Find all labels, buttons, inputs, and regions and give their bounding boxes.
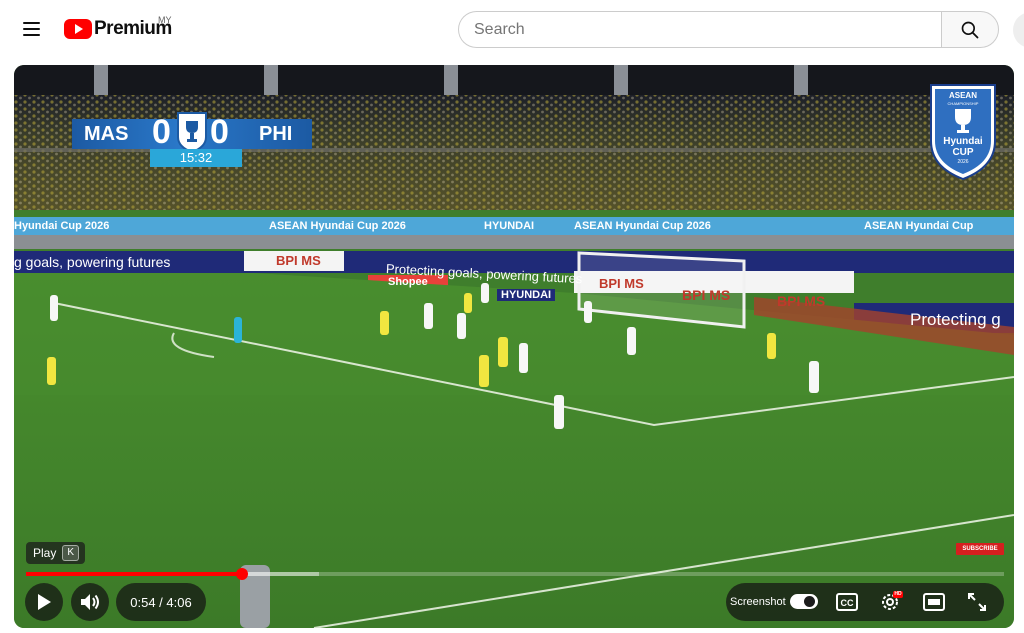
upper-board-text-4: ASEAN Hyundai Cup 2026	[574, 220, 711, 232]
upper-board-text-3: HYUNDAI	[484, 220, 535, 232]
slogan-left: g goals, powering futures	[14, 254, 171, 270]
cup-top-text: ASEAN	[949, 91, 977, 100]
sponsor-board-1: BPI MS	[276, 253, 321, 268]
hd-badge: HD	[893, 591, 903, 598]
subscribe-watermark[interactable]: SUBSCRIBE	[956, 543, 1004, 555]
home-score: 0	[152, 113, 171, 151]
sponsor-board-5: BPI MS	[682, 287, 731, 303]
search-bar	[458, 11, 999, 48]
fullscreen-button[interactable]	[964, 589, 990, 615]
screenshot-label: Screenshot	[730, 596, 786, 608]
slogan-right: Protecting g	[910, 310, 1001, 329]
video-player[interactable]: MAS 0 0 PHI 15:32 ASEAN CHAMPIONSHIP Hyu…	[14, 65, 1014, 628]
sponsor-board-6: BPI MS	[777, 293, 826, 309]
search-icon	[961, 21, 979, 38]
svg-text:CC: CC	[841, 598, 854, 608]
play-icon	[38, 594, 51, 610]
search-button[interactable]	[941, 11, 999, 48]
away-score: 0	[210, 113, 229, 151]
fullscreen-icon	[968, 593, 986, 611]
theater-mode-button[interactable]	[921, 589, 947, 615]
volume-icon	[81, 594, 99, 610]
youtube-play-logo-icon	[64, 19, 92, 39]
upper-board-text-2: ASEAN Hyundai Cup 2026	[269, 220, 406, 232]
asean-hyundai-cup-logo: ASEAN CHAMPIONSHIP Hyundai CUP 2026	[930, 84, 996, 181]
played-bar	[26, 572, 243, 576]
youtube-premium-logo[interactable]: Premium	[64, 17, 172, 41]
search-input[interactable]	[458, 11, 941, 48]
country-code: MY	[158, 15, 172, 25]
upper-board-text-1: Hyundai Cup 2026	[14, 220, 110, 232]
cup-crest-icon	[177, 112, 207, 153]
progress-bar[interactable]	[26, 568, 1004, 580]
menu-icon[interactable]	[18, 16, 46, 42]
play-tooltip: Play K	[26, 542, 86, 564]
theater-icon	[923, 593, 945, 611]
right-controls: Screenshot CC HD	[726, 583, 1004, 621]
sponsor-board-4: BPI MS	[599, 276, 644, 291]
sponsor-board-3: HYUNDAI	[497, 289, 556, 301]
cup-year: 2026	[957, 159, 968, 165]
upper-board-text-5: ASEAN Hyundai Cup	[864, 220, 974, 232]
cup-sub-text: CHAMPIONSHIP	[948, 101, 979, 106]
volume-button[interactable]	[71, 583, 109, 621]
cup-name-line2: CUP	[952, 147, 973, 158]
sponsor-board-2: Shopee	[388, 276, 428, 288]
cc-icon: CC	[836, 593, 858, 611]
screenshot-toggle[interactable]	[790, 594, 818, 609]
away-team: PHI	[259, 123, 293, 145]
masthead: Premium MY	[0, 0, 1024, 58]
time-display: 0:54 / 4:06	[116, 583, 206, 621]
captions-button[interactable]: CC	[834, 589, 860, 615]
settings-button[interactable]: HD	[877, 589, 903, 615]
toggle-knob	[804, 596, 815, 607]
match-clock: 15:32	[150, 149, 242, 167]
play-tooltip-key: K	[62, 545, 80, 561]
play-button[interactable]	[25, 583, 63, 621]
home-team: MAS	[84, 123, 129, 145]
play-tooltip-label: Play	[33, 546, 57, 560]
avatar[interactable]	[1013, 12, 1024, 48]
cup-name-line1: Hyundai	[943, 136, 983, 147]
